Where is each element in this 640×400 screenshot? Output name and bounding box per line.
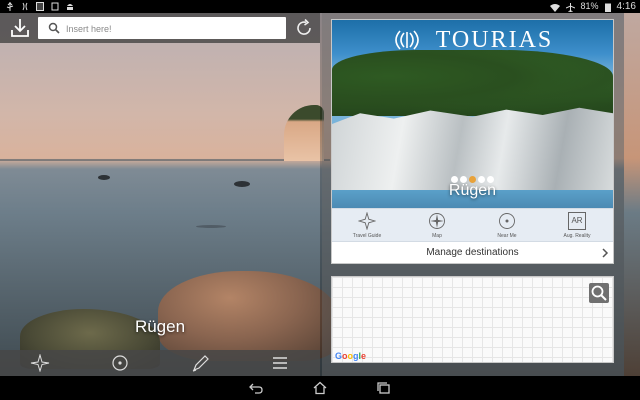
near-me-icon[interactable] xyxy=(110,354,130,372)
battery-percent: 81% xyxy=(580,1,599,11)
tourias-logo-icon xyxy=(394,30,419,51)
horizon-line xyxy=(0,159,330,161)
rock xyxy=(98,175,110,180)
flash-icon xyxy=(36,2,44,11)
nav-augmented-reality[interactable]: AR Aug. Reality xyxy=(542,209,612,242)
rock xyxy=(234,181,250,187)
background-photo-edge xyxy=(624,13,640,376)
brand-name: TOURIAS xyxy=(435,26,554,53)
large-rock xyxy=(158,271,338,361)
battery-icon xyxy=(604,3,611,12)
android-navigation-bar xyxy=(0,376,640,400)
panel-divider[interactable] xyxy=(320,13,322,376)
nav-label: Map xyxy=(432,233,442,239)
google-letter: e xyxy=(361,351,367,361)
google-logo-text: Google xyxy=(335,351,366,361)
map-search-button[interactable] xyxy=(589,283,609,303)
manage-destinations-label: Manage destinations xyxy=(426,247,519,258)
back-icon[interactable] xyxy=(248,381,264,395)
google-attribution: Google xyxy=(335,351,366,361)
status-right: 81% 4:16 xyxy=(549,0,636,13)
nav-travel-guide[interactable]: Travel Guide xyxy=(332,209,402,242)
search-icon xyxy=(591,285,607,301)
manage-destinations-row[interactable]: Manage destinations xyxy=(332,242,613,263)
feature-nav: Travel Guide Map Near Me AR Aug. Reality xyxy=(332,208,613,242)
rock xyxy=(196,225,226,228)
home-icon[interactable] xyxy=(312,381,328,395)
destination-photo[interactable]: TOURIAS Rügen xyxy=(332,20,613,208)
edit-pen-icon[interactable] xyxy=(190,354,210,372)
nav-label: Travel Guide xyxy=(352,233,382,239)
square-icon xyxy=(51,2,59,11)
download-icon[interactable] xyxy=(8,17,32,39)
search-box[interactable] xyxy=(38,17,286,41)
notification-icon xyxy=(22,2,28,11)
refresh-icon[interactable] xyxy=(294,18,314,38)
android-icon xyxy=(67,4,73,10)
destination-card[interactable]: TOURIAS Rügen Travel Guide Map Near Me A… xyxy=(331,19,614,264)
compass-icon xyxy=(429,213,445,229)
nav-label: Aug. Reality xyxy=(563,233,591,239)
chevron-right-icon xyxy=(602,248,609,258)
near-me-icon xyxy=(499,213,515,229)
nav-near-me[interactable]: Near Me xyxy=(472,209,542,242)
brand-logo: TOURIAS xyxy=(332,26,613,54)
status-bar: 81% 4:16 xyxy=(0,0,640,13)
recents-icon[interactable] xyxy=(376,381,392,395)
star-outline-icon xyxy=(358,212,376,230)
usb-icon xyxy=(6,2,14,11)
ar-icon: AR xyxy=(568,212,586,230)
google-letter: G xyxy=(335,351,343,361)
wifi-icon xyxy=(549,4,560,12)
ar-glyph: AR xyxy=(571,216,583,225)
search-input[interactable] xyxy=(64,17,283,41)
forest-image xyxy=(332,50,613,116)
status-time: 4:16 xyxy=(616,1,636,12)
place-caption: Rügen xyxy=(134,317,186,336)
bottom-toolbar xyxy=(0,350,320,376)
top-bar xyxy=(0,13,320,43)
menu-icon[interactable] xyxy=(270,354,290,372)
travel-guide-icon[interactable] xyxy=(30,354,50,372)
status-left-icons xyxy=(6,0,74,11)
map-view[interactable]: Google xyxy=(331,276,614,363)
airplane-icon xyxy=(565,3,575,12)
nav-label: Near Me xyxy=(497,233,517,239)
nav-map[interactable]: Map xyxy=(402,209,472,242)
search-icon xyxy=(48,22,60,34)
cliff-image xyxy=(284,105,324,161)
card-place-name: Rügen xyxy=(448,182,497,199)
